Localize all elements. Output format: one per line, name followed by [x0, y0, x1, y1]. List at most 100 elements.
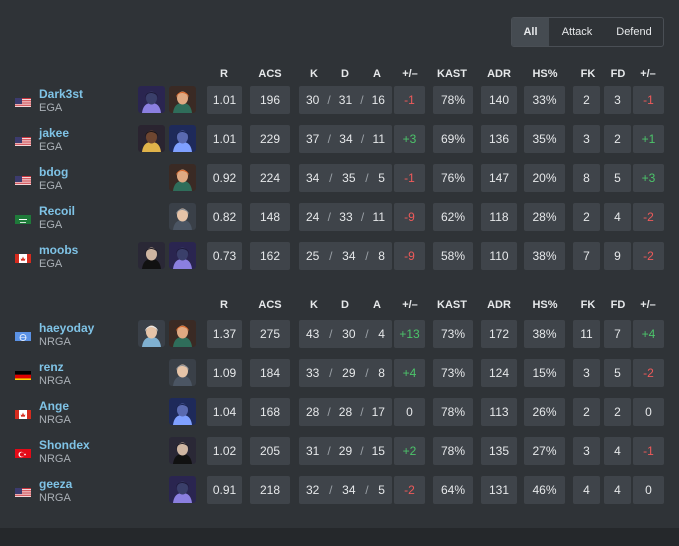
kda-separator: /	[360, 444, 364, 458]
stat-hs: 38%	[524, 242, 565, 270]
player-team: NRGA	[39, 453, 71, 465]
stat-d: 30	[342, 327, 356, 341]
stat-d: 29	[342, 366, 356, 380]
stat-fk: 4	[573, 476, 600, 504]
kda-cell: 25 / 34 / 8	[299, 242, 392, 270]
stat-fd: 4	[604, 203, 631, 231]
stat-d: 34	[339, 132, 353, 146]
filter-defend-button[interactable]: Defend	[605, 18, 663, 46]
filter-all-button[interactable]: All	[512, 18, 549, 46]
flag-un-icon	[15, 330, 31, 341]
stat-hs: 38%	[524, 320, 565, 348]
player-row: Dark3st EGA 1.01 196 30/31/16 -1 78% 140 33% 2 3-…	[0, 86, 679, 116]
stat-fk-diff: -2	[633, 242, 664, 270]
kda-cell: 33 / 29 / 8	[299, 359, 392, 387]
kda-cell: 37 / 34 / 11	[299, 125, 392, 153]
player-name-link[interactable]: bdog	[39, 165, 68, 179]
stat-fk-diff: +4	[633, 320, 664, 348]
stat-kast: 78%	[433, 398, 473, 426]
stat-fd: 5	[604, 359, 631, 387]
footer-strip	[0, 528, 679, 546]
stat-hs: 33%	[524, 86, 565, 114]
stat-fd: 2	[604, 398, 631, 426]
stat-a: 5	[378, 483, 385, 497]
stat-kast: 58%	[433, 242, 473, 270]
kda-cell: 34 / 35 / 5	[299, 164, 392, 192]
stat-r: 0.91	[207, 476, 242, 504]
stat-r: 1.04	[207, 398, 242, 426]
stat-fk-diff: 0	[633, 476, 664, 504]
stat-fd: 4	[604, 437, 631, 465]
agent-purple-hooded-icon	[169, 242, 196, 269]
stat-kd-diff: 0	[394, 398, 425, 426]
kda-separator: /	[365, 366, 369, 380]
player-name-link[interactable]: jakee	[39, 126, 69, 140]
stat-k: 31	[306, 444, 320, 458]
column-header: ADR	[487, 68, 511, 80]
kda-separator: /	[329, 249, 333, 263]
stat-kast: 76%	[433, 164, 473, 192]
stat-d: 34	[342, 249, 356, 263]
stat-fd: 9	[604, 242, 631, 270]
flag-de-icon	[15, 369, 31, 380]
player-name-link[interactable]: Dark3st	[39, 87, 83, 101]
stat-kast: 73%	[433, 320, 473, 348]
agent-blue-hooded-icon	[169, 125, 196, 152]
stat-k: 24	[306, 210, 320, 224]
stat-k: 30	[306, 93, 320, 107]
player-row: haeyoday NRGA 1.37 275 43 / 30 / 4 +13 73% 172 38% 1…	[0, 320, 679, 350]
kda-separator: /	[327, 132, 331, 146]
kda-separator: /	[365, 327, 369, 341]
stat-fk: 2	[573, 203, 600, 231]
stat-fd: 5	[604, 164, 631, 192]
stat-acs: 148	[250, 203, 290, 231]
stat-a: 8	[378, 249, 385, 263]
stat-kd-diff: +4	[394, 359, 425, 387]
flag-us-icon	[15, 174, 31, 185]
kda-separator: /	[329, 171, 333, 185]
stat-k: 34	[306, 171, 320, 185]
filter-attack-button[interactable]: Attack	[549, 18, 605, 46]
player-name-link[interactable]: haeyoday	[39, 321, 94, 335]
player-name-link[interactable]: Ange	[39, 399, 69, 413]
agent-purple-hooded-icon	[138, 86, 165, 113]
stat-a: 11	[372, 210, 385, 224]
agent-purple-hooded-icon	[169, 476, 196, 503]
agent-masked-icon	[138, 242, 165, 269]
stat-fk: 11	[573, 320, 600, 348]
player-name-link[interactable]: geeza	[39, 477, 72, 491]
stat-adr: 136	[481, 125, 517, 153]
player-name-link[interactable]: Recoil	[39, 204, 75, 218]
stat-acs: 275	[250, 320, 290, 348]
stat-k: 33	[306, 366, 320, 380]
player-name-link[interactable]: renz	[39, 360, 64, 374]
stat-fd: 4	[604, 476, 631, 504]
player-name-link[interactable]: Shondex	[39, 438, 90, 452]
stat-kd-diff: -1	[394, 86, 425, 114]
stat-hs: 26%	[524, 398, 565, 426]
kda-separator: /	[360, 210, 365, 224]
column-header: ACS	[258, 68, 282, 80]
stat-fk: 3	[573, 125, 600, 153]
stat-adr: 131	[481, 476, 517, 504]
column-header: +/–	[640, 299, 656, 311]
stat-d: 28	[338, 405, 353, 419]
stat-kast: 78%	[433, 86, 473, 114]
stat-adr: 135	[481, 437, 517, 465]
agent-orange-hair-icon	[169, 86, 196, 113]
stat-r: 0.73	[207, 242, 242, 270]
player-team: NRGA	[39, 375, 71, 387]
agent-white-hair-icon	[138, 320, 165, 347]
column-header: KAST	[437, 299, 467, 311]
player-name-link[interactable]: moobs	[39, 243, 78, 257]
stat-kd-diff: -2	[394, 476, 425, 504]
stat-acs: 205	[250, 437, 290, 465]
kda-separator: /	[360, 132, 365, 146]
stat-fk: 3	[573, 437, 600, 465]
flag-us-icon	[15, 486, 31, 497]
column-header: HS%	[532, 68, 558, 80]
stat-a: 4	[378, 327, 385, 341]
stat-acs: 162	[250, 242, 290, 270]
agent-orange-hair-icon	[169, 320, 196, 347]
agent-grey-hair-icon	[169, 359, 196, 386]
